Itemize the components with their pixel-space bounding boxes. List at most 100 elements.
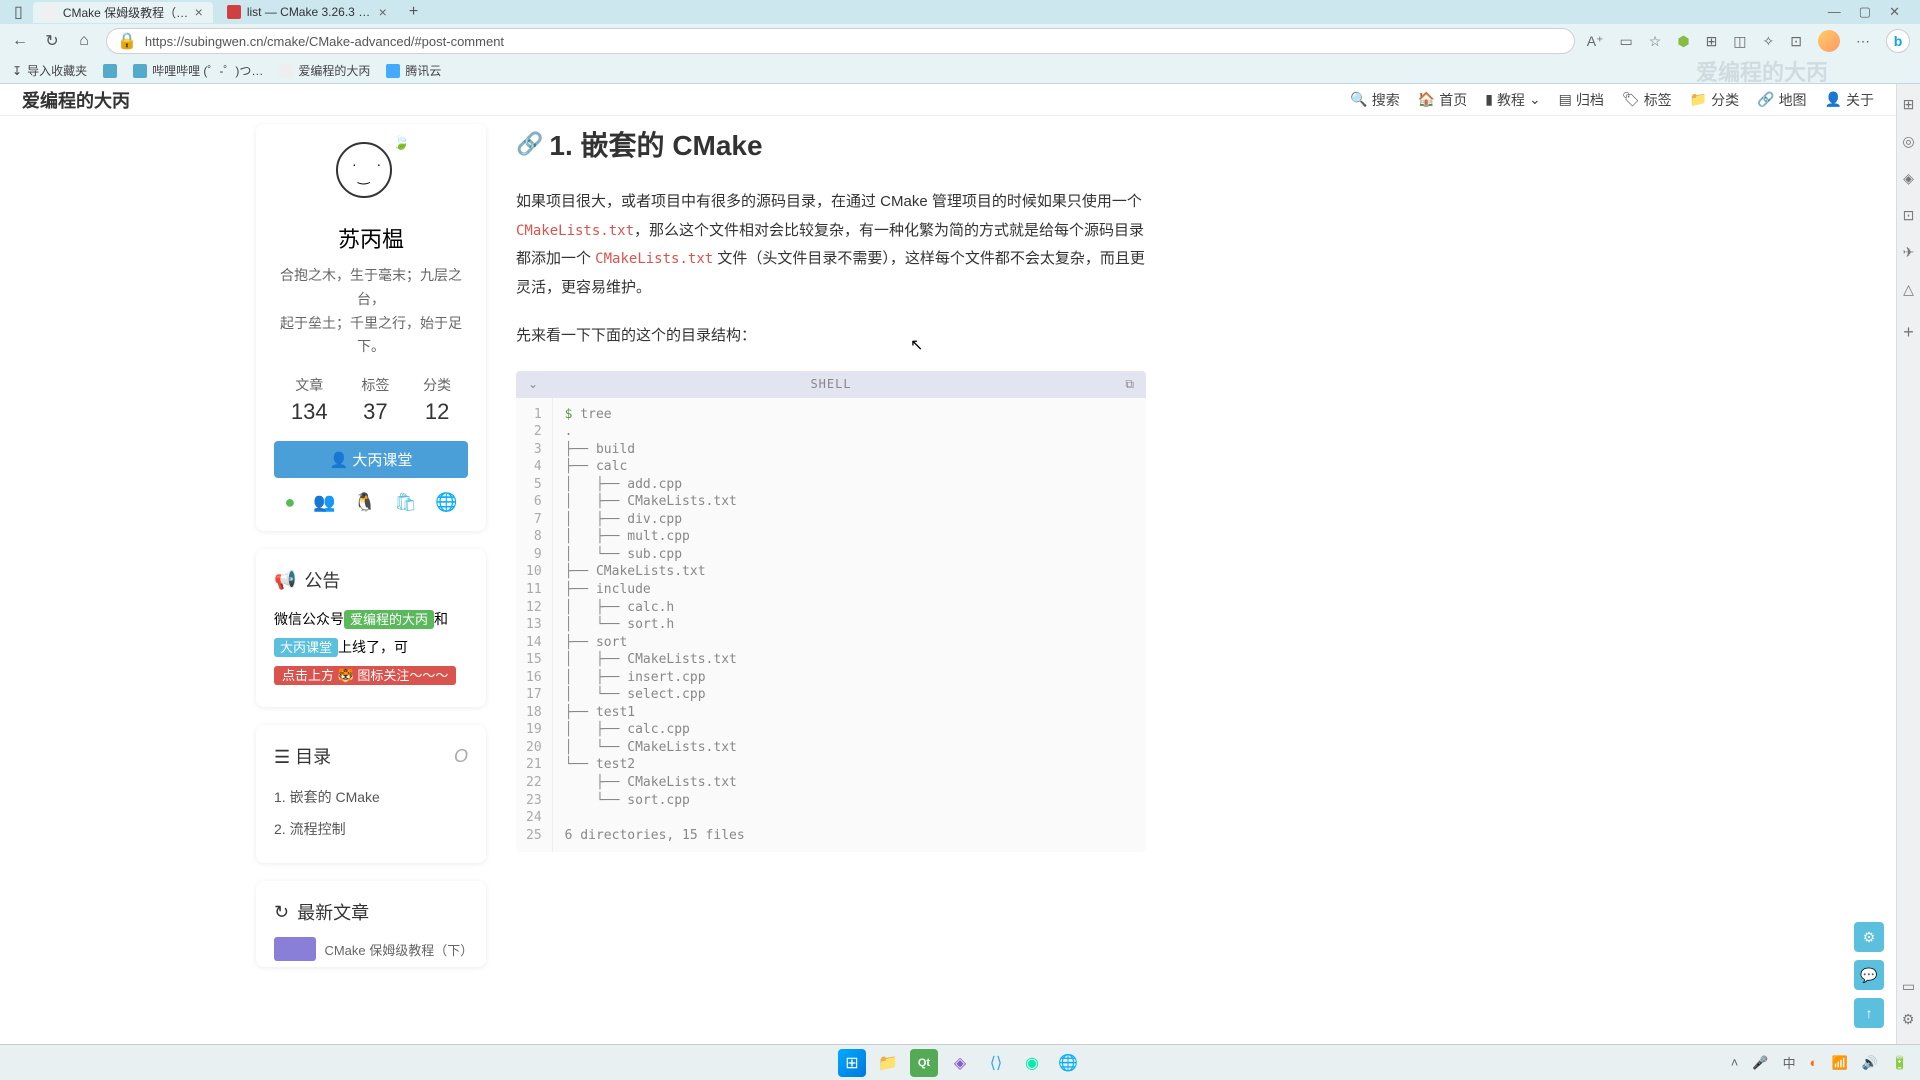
home-button[interactable]: ⌂: [74, 32, 94, 50]
tray-chevron[interactable]: ˄: [1731, 1055, 1739, 1070]
address-bar[interactable]: 🔒 https://subingwen.cn/cmake/CMake-advan…: [106, 28, 1575, 54]
list-icon: ☰: [274, 747, 290, 767]
settings-float-button[interactable]: ⚙: [1854, 922, 1884, 952]
import-bookmarks[interactable]: ↧ 导入收藏夹: [12, 62, 87, 79]
nav-map[interactable]: 🔗地图: [1757, 90, 1806, 110]
gear-icon[interactable]: ⚙: [1902, 1011, 1915, 1028]
sidebar-icon[interactable]: ⊞: [1903, 96, 1915, 113]
edge-icon[interactable]: ◉: [1018, 1049, 1046, 1077]
article: 🔗 1. 嵌套的 CMake 如果项目很大，或者项目中有很多的源码目录，在通过 …: [516, 124, 1146, 1036]
extension-icon[interactable]: ⬢: [1677, 33, 1689, 50]
start-button[interactable]: ⊞: [838, 1049, 866, 1077]
nav-archive[interactable]: ▤归档: [1559, 90, 1604, 110]
sidebar-icon[interactable]: △: [1903, 281, 1914, 298]
tag-icon: 🏷: [1622, 91, 1640, 108]
class-button[interactable]: 👤 大丙课堂: [274, 441, 468, 478]
split-icon[interactable]: ◫: [1733, 33, 1746, 50]
copy-icon[interactable]: ⧉: [1125, 377, 1134, 392]
new-tab-button[interactable]: +: [401, 3, 426, 21]
sidebar-icon[interactable]: ⊡: [1903, 207, 1915, 224]
nav-about[interactable]: 👤关于: [1825, 90, 1874, 110]
badge-wechat[interactable]: 爱编程的大丙: [344, 610, 434, 629]
shop-icon[interactable]: 🛍: [394, 492, 417, 513]
extensions-icon[interactable]: ⊞: [1706, 33, 1718, 50]
globe-icon[interactable]: 🌐: [435, 492, 457, 513]
group-icon[interactable]: 👥: [313, 492, 335, 513]
bookmark-item[interactable]: 爱编程的大丙: [279, 62, 370, 79]
collections-icon[interactable]: ✧: [1763, 33, 1775, 50]
chat-float-button[interactable]: 💬: [1854, 960, 1884, 990]
back-button[interactable]: ←: [10, 32, 30, 50]
sidebar-add[interactable]: +: [1903, 322, 1914, 343]
site-title[interactable]: 爱编程的大丙: [22, 87, 130, 113]
sidebar-icon[interactable]: ▭: [1902, 978, 1915, 995]
tray-wifi[interactable]: 📶: [1831, 1055, 1847, 1071]
badge-follow[interactable]: 点击上方 🐯 图标关注～～～: [274, 666, 456, 685]
nav-tutorial[interactable]: ▮教程⌄: [1485, 90, 1540, 110]
taskbar: ⊞ 📁 Qt ◈ ⟨⟩ ◉ 🌐 ˄ 🎤 中 ◐ 📶 🔊 🔋: [0, 1044, 1920, 1080]
nav-home[interactable]: 🏠首页: [1418, 90, 1467, 110]
tray-mic[interactable]: 🎤: [1752, 1055, 1768, 1071]
nav-tags[interactable]: 🏷标签: [1622, 90, 1672, 110]
nav-search[interactable]: 🔍搜索: [1350, 90, 1399, 110]
tray-battery[interactable]: 🔋: [1892, 1055, 1908, 1071]
vs-icon[interactable]: ◈: [946, 1049, 974, 1077]
favorite-icon[interactable]: ☆: [1649, 33, 1662, 50]
social-links: ● 👥 🐧 🛍 🌐: [274, 492, 468, 513]
wechat-icon[interactable]: ●: [285, 492, 296, 513]
maximize-button[interactable]: ▢: [1859, 4, 1871, 20]
code-block: ⌄ SHELL ⧉ 123456789101112131415161718192…: [516, 371, 1146, 853]
explorer-icon[interactable]: 📁: [874, 1049, 902, 1077]
close-icon[interactable]: ×: [195, 4, 203, 20]
close-icon[interactable]: ×: [379, 4, 387, 20]
app-menu-icon[interactable]: ▯: [8, 2, 29, 22]
anchor-icon[interactable]: 🔗: [516, 131, 543, 157]
bookmark-item[interactable]: [103, 64, 117, 78]
chevron-down-icon: ⌄: [1529, 91, 1541, 108]
chrome-icon[interactable]: 🌐: [1054, 1049, 1082, 1077]
app-icon[interactable]: Qt: [910, 1049, 938, 1077]
tray-volume[interactable]: 🔊: [1862, 1055, 1878, 1071]
sidebar-icon[interactable]: ✈: [1903, 244, 1915, 261]
tab-title: CMake 保姆级教程（下） | 爱编: [63, 4, 189, 21]
bing-button[interactable]: b: [1886, 29, 1910, 53]
bookmark-item[interactable]: 腾讯云: [386, 62, 441, 79]
stat-posts[interactable]: 文章 134: [291, 375, 328, 425]
bookmark-item[interactable]: 哔哩哔哩 (゜-゜)つ…: [133, 62, 263, 79]
sidebar-icon[interactable]: ◈: [1903, 170, 1914, 187]
screenshot-icon[interactable]: ⊡: [1790, 33, 1802, 50]
stat-tags[interactable]: 标签 37: [361, 375, 389, 425]
vscode-icon[interactable]: ⟨⟩: [982, 1049, 1010, 1077]
stat-categories[interactable]: 分类 12: [423, 375, 451, 425]
paragraph: 如果项目很大，或者项目中有很多的源码目录，在通过 CMake 管理项目的时候如果…: [516, 188, 1146, 302]
refresh-button[interactable]: ↻: [42, 31, 62, 51]
home-icon: 🏠: [1418, 91, 1435, 108]
minimize-button[interactable]: —: [1828, 4, 1841, 20]
bookmark-favicon: [279, 64, 293, 78]
sidebar-icon[interactable]: ◎: [1902, 133, 1914, 150]
recent-item[interactable]: CMake 保姆级教程（下）: [324, 940, 468, 959]
browser-tab-2[interactable]: list — CMake 3.26.3 Documenta ×: [217, 2, 397, 22]
link-icon: 🔗: [1757, 91, 1774, 108]
browser-tab-1[interactable]: CMake 保姆级教程（下） | 爱编 ×: [33, 2, 213, 23]
toc-item[interactable]: 2. 流程控制: [274, 813, 468, 845]
lock-icon: 🔒: [117, 31, 137, 51]
toc-collapse[interactable]: O: [454, 746, 468, 767]
badge-class[interactable]: 大丙课堂: [274, 638, 338, 657]
collapse-icon[interactable]: ⌄: [528, 377, 538, 391]
reader-icon[interactable]: A⁺: [1587, 33, 1604, 50]
profile-icon[interactable]: [1818, 30, 1840, 52]
translate-icon[interactable]: ▭: [1620, 33, 1633, 50]
import-icon: ↧: [12, 64, 22, 78]
tray-lang[interactable]: 中: [1783, 1053, 1796, 1072]
profile-card: 🍃 苏丙榅 合抱之木，生于毫末；九层之台， 起于垒土；千里之行，始于足下。 文章…: [256, 124, 486, 531]
nav-category[interactable]: 📁分类: [1690, 90, 1739, 110]
menu-icon[interactable]: ⋯: [1856, 33, 1870, 50]
toc-item[interactable]: 1. 嵌套的 CMake: [274, 781, 468, 813]
author-name: 苏丙榅: [274, 222, 468, 254]
bookmark-favicon: [133, 64, 147, 78]
tray-icon[interactable]: ◐: [1810, 1055, 1818, 1070]
scroll-top-button[interactable]: ↑: [1854, 998, 1884, 1028]
close-button[interactable]: ✕: [1889, 4, 1900, 20]
qq-icon[interactable]: 🐧: [354, 492, 376, 513]
